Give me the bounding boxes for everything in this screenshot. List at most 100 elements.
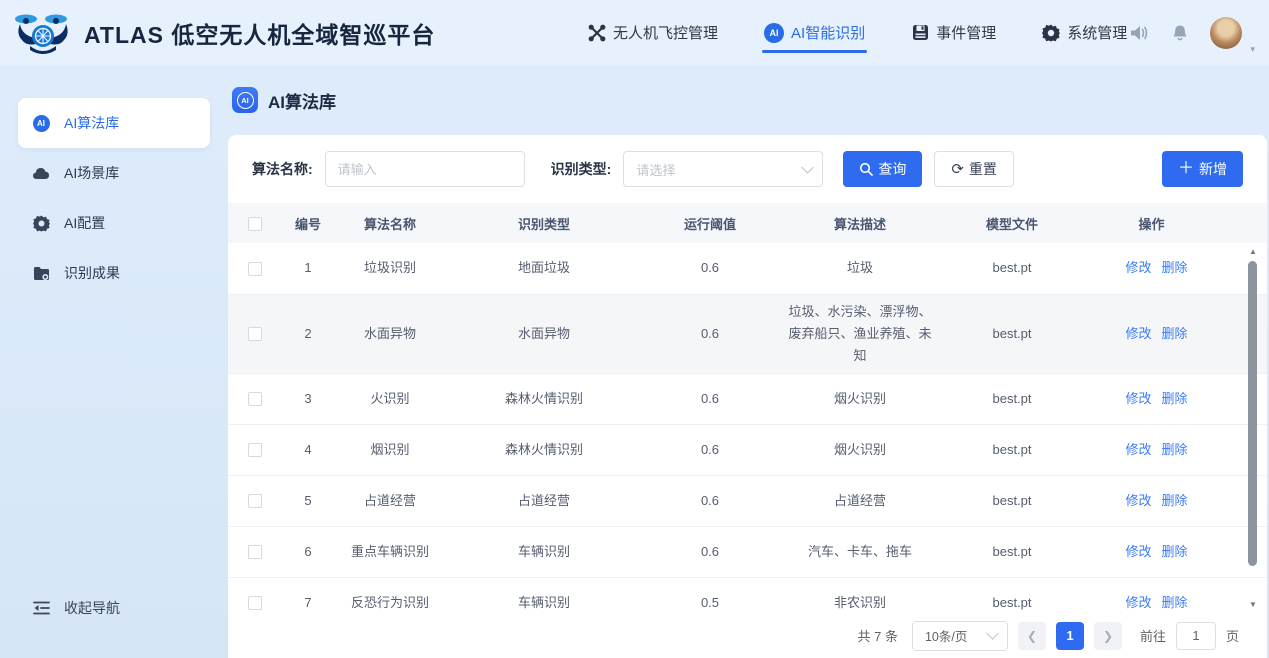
cell-model: best.pt: [942, 577, 1082, 613]
row-checkbox[interactable]: [248, 443, 262, 457]
folder-icon: [32, 264, 50, 282]
speaker-icon[interactable]: [1130, 23, 1150, 43]
scroll-up-arrow-icon[interactable]: ▲: [1247, 247, 1259, 257]
table-body: 1垃圾识别地面垃圾0.6垃圾best.pt修改删除2水面异物水面异物0.6垃圾、…: [228, 243, 1267, 613]
cell-model: best.pt: [942, 526, 1082, 577]
cell-threshold: 0.6: [642, 373, 778, 424]
delete-link[interactable]: 删除: [1162, 260, 1188, 275]
select-placeholder: 请选择: [636, 160, 675, 179]
algorithm-name-input[interactable]: [325, 151, 525, 187]
table-row: 2水面异物水面异物0.6垃圾、水污染、漂浮物、废弃船只、渔业养殖、未知best.…: [228, 294, 1267, 373]
edit-link[interactable]: 修改: [1125, 493, 1151, 508]
edit-link[interactable]: 修改: [1125, 595, 1151, 610]
row-checkbox[interactable]: [248, 392, 262, 406]
nav-label: 无人机飞控管理: [613, 22, 718, 43]
col-header-actions: 操作: [1082, 203, 1267, 243]
col-header-threshold: 运行阈值: [642, 203, 778, 243]
col-header-name: 算法名称: [334, 203, 446, 243]
sidebar-item-ai-config[interactable]: AI配置: [18, 198, 210, 248]
header-right: ▾: [1130, 0, 1255, 65]
top-header: ATLAS 低空无人机全域智巡平台 无人机飞控管理 AI AI智能识别: [0, 0, 1269, 65]
total-count-label: 共 7 条: [858, 626, 898, 645]
edit-link[interactable]: 修改: [1125, 260, 1151, 275]
sidebar: AI AI算法库 AI场景库 AI配置: [0, 65, 228, 658]
scroll-down-arrow-icon[interactable]: ▼: [1247, 600, 1259, 610]
chevron-down-icon: [802, 161, 815, 174]
search-icon: [859, 162, 873, 176]
row-checkbox[interactable]: [248, 327, 262, 341]
row-checkbox-cell: [228, 475, 282, 526]
delete-link[interactable]: 删除: [1162, 595, 1188, 610]
edit-link[interactable]: 修改: [1125, 544, 1151, 559]
cell-name: 反恐行为识别: [334, 577, 446, 613]
sidebar-item-label: AI场景库: [64, 163, 119, 183]
row-checkbox[interactable]: [248, 262, 262, 276]
sidebar-item-label: 识别成果: [64, 263, 120, 283]
ai-badge-icon: AI: [764, 23, 784, 43]
algorithm-table: 编号 算法名称 识别类型 运行阈值 算法描述 模型文件 操作: [228, 203, 1267, 243]
delete-link[interactable]: 删除: [1162, 442, 1188, 457]
page-size-select[interactable]: 10条/页: [912, 621, 1008, 651]
nav-item-event-management[interactable]: 事件管理: [911, 0, 996, 65]
table-body-region: 1垃圾识别地面垃圾0.6垃圾best.pt修改删除2水面异物水面异物0.6垃圾、…: [228, 243, 1267, 613]
row-checkbox-cell: [228, 373, 282, 424]
event-icon: [911, 24, 929, 42]
add-button-label: 新增: [1199, 159, 1227, 179]
reset-button[interactable]: ⟳ 重置: [934, 151, 1014, 187]
scrollbar-thumb[interactable]: [1248, 261, 1257, 566]
edit-link[interactable]: 修改: [1125, 326, 1151, 341]
nav-item-drone-management[interactable]: 无人机飞控管理: [588, 0, 718, 65]
user-avatar[interactable]: [1210, 17, 1242, 49]
cell-desc: 垃圾: [778, 243, 942, 294]
collapse-nav-button[interactable]: 收起导航: [18, 598, 120, 618]
sidebar-item-ai-algorithm-library[interactable]: AI AI算法库: [18, 98, 210, 148]
row-checkbox-cell: [228, 243, 282, 294]
add-button[interactable]: ＋ 新增: [1162, 151, 1243, 187]
next-page-button[interactable]: ❯: [1094, 622, 1122, 650]
nav-item-system-management[interactable]: 系统管理: [1042, 0, 1127, 65]
cell-name: 水面异物: [334, 294, 446, 373]
recognition-type-label: 识别类型:: [551, 159, 612, 179]
reset-button-label: 重置: [969, 159, 997, 179]
col-header-type: 识别类型: [446, 203, 642, 243]
search-button[interactable]: 查询: [843, 151, 922, 187]
cell-model: best.pt: [942, 243, 1082, 294]
col-header-model: 模型文件: [942, 203, 1082, 243]
prev-page-button[interactable]: ❮: [1018, 622, 1046, 650]
table-row: 1垃圾识别地面垃圾0.6垃圾best.pt修改删除: [228, 243, 1267, 294]
page-size-value: 10条/页: [925, 626, 967, 645]
col-header-desc: 算法描述: [778, 203, 942, 243]
cell-desc: 烟火识别: [778, 424, 942, 475]
select-all-checkbox[interactable]: [248, 217, 262, 231]
delete-link[interactable]: 删除: [1162, 544, 1188, 559]
recognition-type-select[interactable]: 请选择: [623, 151, 823, 187]
delete-link[interactable]: 删除: [1162, 326, 1188, 341]
row-checkbox[interactable]: [248, 494, 262, 508]
cell-model: best.pt: [942, 373, 1082, 424]
cell-type: 森林火情识别: [446, 373, 642, 424]
delete-link[interactable]: 删除: [1162, 493, 1188, 508]
refresh-icon: ⟳: [951, 162, 964, 177]
delete-link[interactable]: 删除: [1162, 391, 1188, 406]
sidebar-item-recognition-results[interactable]: 识别成果: [18, 248, 210, 298]
sidebar-item-label: AI配置: [64, 213, 105, 233]
chevron-down-icon[interactable]: ▾: [1250, 44, 1255, 55]
current-page-button[interactable]: 1: [1056, 622, 1084, 650]
edit-link[interactable]: 修改: [1125, 442, 1151, 457]
cell-actions: 修改删除: [1082, 243, 1267, 294]
nav-item-ai-recognition[interactable]: AI AI智能识别: [764, 0, 865, 65]
algorithm-name-label: 算法名称:: [252, 159, 313, 179]
table-scrollbar[interactable]: ▲ ▼: [1247, 247, 1259, 610]
row-checkbox[interactable]: [248, 596, 262, 610]
chevron-down-icon: [986, 627, 999, 640]
nav-label: AI智能识别: [791, 22, 865, 43]
goto-page-input[interactable]: [1176, 622, 1216, 650]
content-card: 算法名称: 识别类型: 请选择 查询: [228, 135, 1267, 658]
edit-link[interactable]: 修改: [1125, 391, 1151, 406]
row-checkbox[interactable]: [248, 545, 262, 559]
cell-id: 1: [282, 243, 334, 294]
cell-id: 7: [282, 577, 334, 613]
bell-icon[interactable]: [1170, 23, 1190, 43]
cell-actions: 修改删除: [1082, 475, 1267, 526]
sidebar-item-ai-scene-library[interactable]: AI场景库: [18, 148, 210, 198]
